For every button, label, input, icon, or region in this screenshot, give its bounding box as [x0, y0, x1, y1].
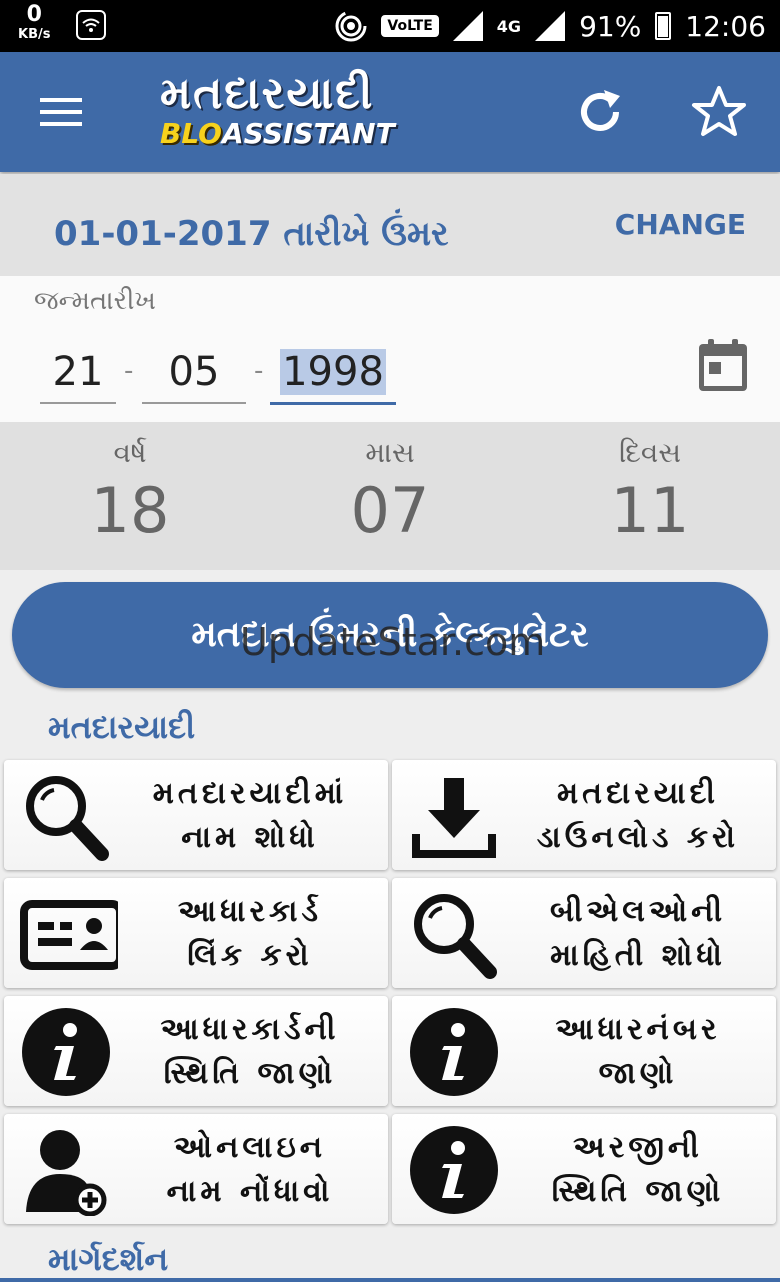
volte-badge: VoLTE — [381, 15, 439, 37]
info-icon — [410, 1126, 498, 1214]
bottom-divider — [0, 1278, 780, 1282]
months-value: 07 — [350, 474, 430, 547]
months-result: માસ 07 — [260, 422, 520, 547]
clock: 12:06 — [685, 9, 766, 43]
tile-label: ઓનલાઇન નામ નોંધાવો — [166, 1130, 334, 1209]
signal-icon — [452, 11, 483, 41]
net-speed-unit: KB/s — [18, 27, 51, 42]
section-title-voter-list: મતદારયાદી — [48, 708, 196, 746]
star-icon[interactable] — [690, 84, 748, 140]
add-user-icon — [26, 1130, 107, 1216]
info-icon — [410, 1008, 498, 1096]
tile-label: આધારનંબર જાણો — [555, 1012, 721, 1091]
tile-aadhaar-status[interactable]: આધારકાર્ડની સ્થિતિ જાણો — [4, 996, 388, 1106]
tile-search-blo-info[interactable]: બીએલઓની માહિતી શોધો — [392, 878, 776, 988]
wifi-app-icon — [76, 10, 106, 40]
logo-subtitle: BLOASSISTANT — [160, 120, 395, 148]
change-button[interactable]: CHANGE — [615, 208, 746, 241]
dob-separator: - — [124, 356, 134, 386]
search-icon — [26, 776, 109, 861]
network-speed: 0 KB/s — [18, 2, 51, 42]
dob-day-input[interactable]: 21 — [40, 342, 116, 404]
tile-label: બીએલઓની માહિતી શોધો — [549, 894, 727, 973]
battery-percent: 91% — [579, 9, 642, 43]
menu-icon[interactable] — [40, 98, 82, 128]
dob-separator: - — [254, 356, 264, 386]
info-icon — [22, 1008, 110, 1096]
tile-search-voter-name[interactable]: મતદારયાદીમાં નામ શોધો — [4, 760, 388, 870]
hotspot-icon — [335, 10, 367, 42]
age-header: 01-01-2017 તારીખે ઉંમર CHANGE — [0, 174, 780, 276]
tile-download-voter-list[interactable]: મતદારયાદી ડાઉનલોડ કરો — [392, 760, 776, 870]
battery-icon — [655, 12, 672, 40]
net-speed-value: 0 — [26, 2, 42, 27]
months-label: માસ — [365, 436, 415, 469]
dob-year-input[interactable]: 1998 — [270, 342, 396, 405]
refresh-icon[interactable] — [574, 86, 626, 138]
logo-assistant: ASSISTANT — [222, 117, 395, 150]
logo-title: મતદારયાદી — [160, 68, 375, 119]
id-card-icon — [20, 900, 118, 970]
tile-label: મતદારયાદીમાં નામ શોધો — [152, 776, 348, 855]
logo-blo: BLO — [160, 117, 222, 150]
tile-online-registration[interactable]: ઓનલાઇન નામ નોંધાવો — [4, 1114, 388, 1224]
days-label: દિવસ — [618, 436, 682, 469]
network-type: 4G — [496, 16, 522, 36]
calendar-icon[interactable] — [696, 336, 750, 394]
app-bar: મતદારયાદી BLOASSISTANT — [0, 52, 780, 172]
tile-link-aadhaar[interactable]: આધારકાર્ડ લિંક કરો — [4, 878, 388, 988]
years-value: 18 — [90, 474, 170, 547]
dob-year-selected: 1998 — [280, 349, 386, 395]
age-reference-date: 01-01-2017 તારીખે ઉંમર — [54, 214, 449, 254]
dob-month-input[interactable]: 05 — [142, 342, 246, 404]
tile-label: મતદારયાદી ડાઉનલોડ કરો — [536, 776, 740, 855]
years-result: વર્ષ 18 — [0, 422, 260, 547]
years-label: વર્ષ — [113, 436, 147, 469]
dob-section: જન્મતારીખ 21 - 05 - 1998 — [0, 276, 780, 422]
app-logo: મતદારયાદી BLOASSISTANT — [160, 72, 395, 148]
status-bar: 0 KB/s VoLTE 4G 91% 12:06 — [0, 0, 780, 52]
days-result: દિવસ 11 — [520, 422, 780, 547]
signal-icon-2 — [535, 11, 566, 41]
days-value: 11 — [610, 474, 690, 547]
search-icon — [414, 894, 497, 979]
section-title-guidance: માર્ગદર્શન — [48, 1240, 169, 1278]
tile-label: અરજીની સ્થિતિ જાણો — [551, 1130, 725, 1209]
tile-label: આધારકાર્ડની સ્થિતિ જાણો — [160, 1012, 340, 1091]
tile-label: આધારકાર્ડ લિંક કરો — [177, 894, 323, 973]
age-result: વર્ષ 18 માસ 07 દિવસ 11 — [0, 422, 780, 570]
download-icon — [412, 778, 496, 858]
status-icons: VoLTE 4G 91% 12:06 — [335, 0, 766, 52]
tile-know-aadhaar-number[interactable]: આધારનંબર જાણો — [392, 996, 776, 1106]
watermark: UpdateStar.com — [240, 620, 546, 664]
tile-application-status[interactable]: અરજીની સ્થિતિ જાણો — [392, 1114, 776, 1224]
dob-label: જન્મતારીખ — [34, 286, 156, 316]
